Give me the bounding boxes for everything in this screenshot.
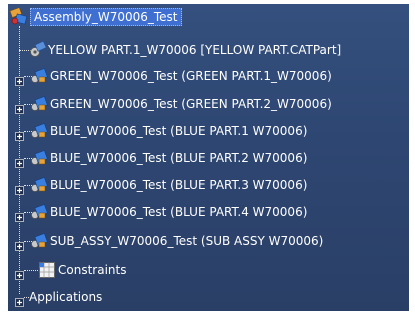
tree-node[interactable]: GREEN_W70006_Test (GREEN PART.1_W70006) xyxy=(30,65,332,87)
tree-node[interactable]: BLUE_W70006_Test (BLUE PART.2 W70006) xyxy=(30,147,307,169)
tree-node-applications[interactable]: Applications xyxy=(29,286,102,308)
tree-node-label: Constraints xyxy=(58,263,127,277)
tree-node[interactable]: BLUE_W70006_Test (BLUE PART.1 W70006) xyxy=(30,120,307,142)
tree-root-label[interactable]: Assembly_W70006_Test xyxy=(30,8,182,26)
branch-connector xyxy=(24,270,38,271)
expand-toggle[interactable] xyxy=(15,153,24,168)
expand-toggle[interactable] xyxy=(15,180,24,195)
expand-toggle[interactable] xyxy=(15,71,24,86)
tree-node-label: BLUE_W70006_Test (BLUE PART.3 W70006) xyxy=(50,178,308,192)
tree-node[interactable]: BLUE_W70006_Test (BLUE PART.4 W70006) xyxy=(30,201,307,223)
tree-node-label: BLUE_W70006_Test (BLUE PART.4 W70006) xyxy=(50,205,308,219)
expand-toggle[interactable] xyxy=(15,99,24,114)
expand-toggle[interactable] xyxy=(15,292,24,307)
tree-node-constraints[interactable]: Constraints xyxy=(38,259,126,281)
product-icon xyxy=(30,232,48,250)
tree-node-label: GREEN_W70006_Test (GREEN PART.2_W70006) xyxy=(50,97,332,111)
tree-node[interactable]: YELLOW PART.1_W70006 [YELLOW PART.CATPar… xyxy=(28,39,341,61)
product-icon xyxy=(30,149,48,167)
part-gear-icon xyxy=(28,40,47,59)
tree-node[interactable]: BLUE_W70006_Test (BLUE PART.3 W70006) xyxy=(30,174,307,196)
tree-node-label: Applications xyxy=(29,290,103,304)
constraints-icon xyxy=(38,261,56,279)
tree-node-label: SUB_ASSY_W70006_Test (SUB ASSY W70006) xyxy=(50,234,324,248)
product-icon xyxy=(30,122,48,140)
product-icon xyxy=(30,95,48,113)
tree-root-node[interactable]: Assembly_W70006_Test xyxy=(9,6,182,28)
tree-node[interactable]: SUB_ASSY_W70006_Test (SUB ASSY W70006) xyxy=(30,230,323,252)
product-icon xyxy=(30,67,48,85)
expand-toggle[interactable] xyxy=(15,265,24,280)
assembly-icon xyxy=(9,7,28,26)
product-icon xyxy=(30,176,48,194)
tree-node-label: BLUE_W70006_Test (BLUE PART.1 W70006) xyxy=(50,124,308,138)
tree-node-label: YELLOW PART.1_W70006 [YELLOW PART.CATPar… xyxy=(48,43,342,57)
tree-node-label: GREEN_W70006_Test (GREEN PART.1_W70006) xyxy=(50,69,332,83)
tree-node-label: BLUE_W70006_Test (BLUE PART.2 W70006) xyxy=(50,151,308,165)
expand-toggle[interactable] xyxy=(15,207,24,222)
expand-toggle[interactable] xyxy=(15,236,24,251)
expand-toggle[interactable] xyxy=(15,126,24,141)
product-icon xyxy=(30,203,48,221)
specification-tree: Assembly_W70006_Test YELLOW PART.1_W7000… xyxy=(8,4,409,311)
tree-node[interactable]: GREEN_W70006_Test (GREEN PART.2_W70006) xyxy=(30,93,332,115)
